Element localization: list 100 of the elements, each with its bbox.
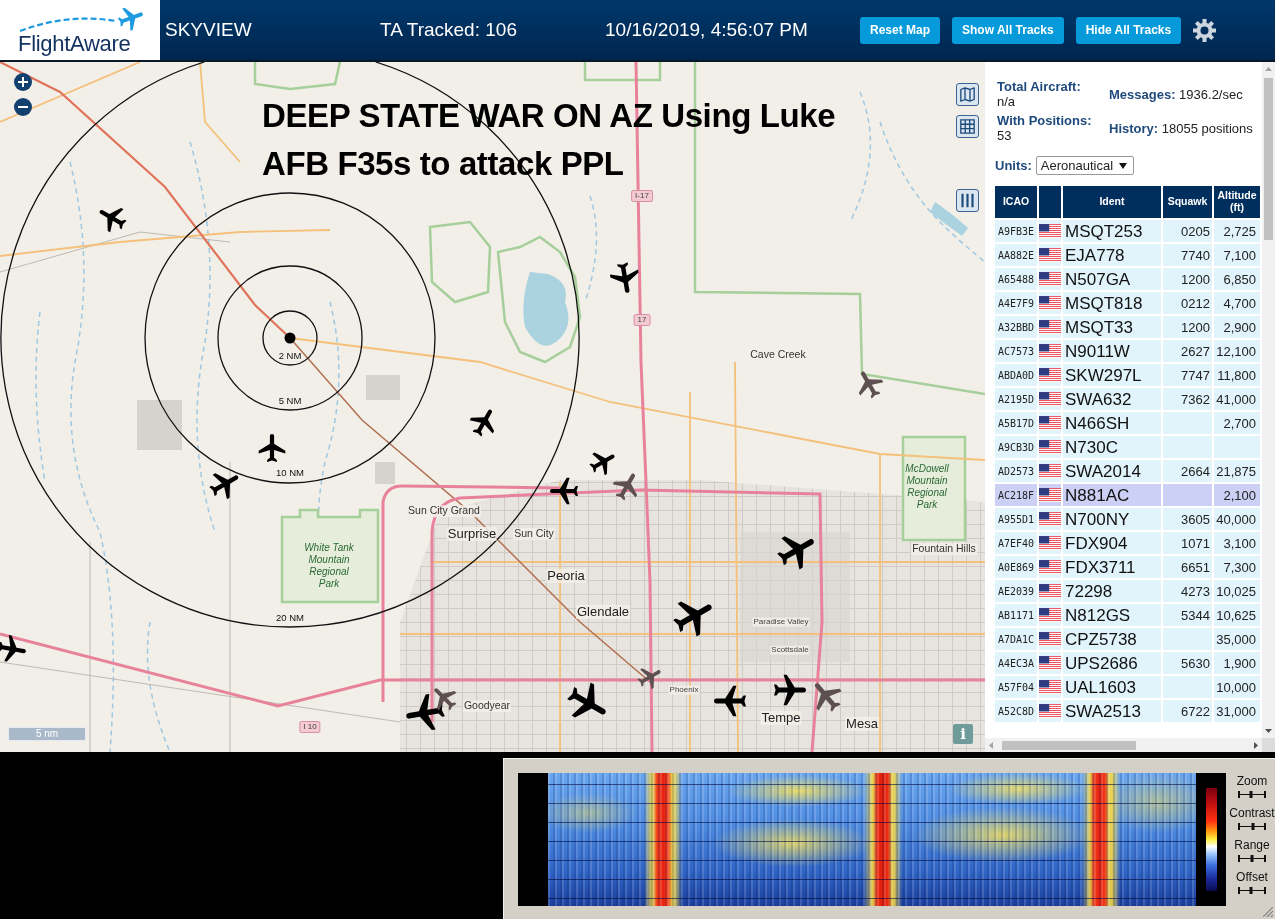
table-cell-text: SWA632 bbox=[1064, 388, 1133, 410]
table-cell-text: 2664 bbox=[1180, 462, 1211, 481]
place-label: Tempe bbox=[760, 710, 802, 726]
column-header[interactable]: Squawk bbox=[1163, 186, 1212, 218]
airplane-icon[interactable] bbox=[406, 693, 445, 731]
table-cell-text: 21,875 bbox=[1215, 462, 1257, 481]
flag-icon bbox=[1039, 320, 1061, 334]
table-row[interactable]: A4E7F9 MSQT818 0212 4,700 bbox=[995, 292, 1260, 314]
horizontal-scrollbar[interactable] bbox=[985, 738, 1262, 752]
airplane-icon[interactable] bbox=[567, 682, 606, 718]
table-cell-text: 12,100 bbox=[1215, 342, 1257, 361]
table-row[interactable]: A5B17D N466SH 2,700 bbox=[995, 412, 1260, 434]
airplane-icon[interactable] bbox=[814, 683, 842, 712]
table-cell-text: 41,000 bbox=[1215, 390, 1257, 409]
table-row[interactable]: A9FB3E MSQT253 0205 2,725 bbox=[995, 220, 1260, 242]
table-row[interactable]: ABDA0D SKW297L 7747 11,800 bbox=[995, 364, 1260, 386]
table-row[interactable]: AB1171 N812GS 5344 10,625 bbox=[995, 604, 1260, 626]
slider-thumb[interactable] bbox=[1249, 791, 1253, 798]
column-header[interactable]: Altitude (ft) bbox=[1214, 186, 1260, 218]
table-row[interactable]: A65488 N507GA 1200 6,850 bbox=[995, 268, 1260, 290]
airplane-icon[interactable] bbox=[673, 601, 712, 637]
table-row[interactable]: A4EC3A UPS2686 5630 1,900 bbox=[995, 652, 1260, 674]
table-cell-text: MSQT253 bbox=[1064, 220, 1144, 242]
table-cell-text: FDX3711 bbox=[1064, 556, 1137, 578]
stat-text: With Positions: 53 bbox=[997, 113, 1093, 143]
table-row[interactable]: AD2573 SWA2014 2664 21,875 bbox=[995, 460, 1260, 482]
grid-button[interactable] bbox=[956, 115, 979, 138]
columns-button[interactable] bbox=[956, 189, 979, 212]
table-cell-text: 2,700 bbox=[1222, 414, 1257, 433]
scroll-down-icon[interactable] bbox=[1265, 729, 1272, 733]
table-row[interactable]: A7DA1C CPZ5738 35,000 bbox=[995, 628, 1260, 650]
resize-grip-icon[interactable] bbox=[1263, 907, 1273, 917]
vertical-scrollbar[interactable] bbox=[1262, 62, 1275, 738]
map-button[interactable] bbox=[956, 83, 979, 106]
park-label: McDowell Mountain Regional Park bbox=[904, 463, 950, 511]
table-cell-text: 5344 bbox=[1180, 606, 1211, 625]
settings-icon[interactable] bbox=[1193, 18, 1217, 42]
airplane-icon[interactable] bbox=[0, 634, 26, 662]
scrollbar-thumb[interactable] bbox=[1002, 740, 1136, 750]
table-cell-text: A7EF40 bbox=[996, 536, 1036, 551]
airplane-icon[interactable] bbox=[550, 477, 578, 505]
slider-thumb[interactable] bbox=[1251, 823, 1255, 830]
slider-label: Offset bbox=[1236, 870, 1268, 884]
table-row[interactable]: A2195D SWA632 7362 41,000 bbox=[995, 388, 1260, 410]
airplane-icon[interactable] bbox=[777, 536, 814, 570]
airplane-icon[interactable] bbox=[469, 409, 495, 437]
table-row[interactable]: A7EF40 FDX904 1071 3,100 bbox=[995, 532, 1260, 554]
table-row[interactable]: AA882E EJA778 7740 7,100 bbox=[995, 244, 1260, 266]
airplane-icon[interactable] bbox=[637, 668, 661, 690]
scale-bar: 5 nm bbox=[8, 727, 86, 741]
airplane-icon[interactable] bbox=[209, 473, 239, 500]
slider-thumb[interactable] bbox=[1250, 855, 1254, 862]
flag-icon bbox=[1039, 296, 1061, 310]
place-label: Glendale bbox=[576, 604, 630, 620]
caret-icon bbox=[1119, 162, 1128, 169]
table-cell-text: 7740 bbox=[1180, 246, 1211, 265]
slider-label: Range bbox=[1234, 838, 1270, 852]
table-cell-text: N466SH bbox=[1064, 412, 1131, 434]
table-row[interactable]: A955D1 N700NY 3605 40,000 bbox=[995, 508, 1260, 530]
airplane-icon[interactable] bbox=[858, 371, 884, 399]
slider-track[interactable] bbox=[1238, 791, 1266, 798]
airplane-icon[interactable] bbox=[589, 452, 615, 476]
scrollbar-thumb[interactable] bbox=[1264, 78, 1273, 240]
units-dropdown[interactable]: Aeronautical bbox=[1035, 156, 1135, 175]
app-title: SKYVIEW bbox=[165, 19, 253, 41]
table-row[interactable]: AC218F N881AC 2,100 bbox=[995, 484, 1260, 506]
airplane-icon[interactable] bbox=[612, 473, 638, 501]
table-cell-text: MSQT818 bbox=[1064, 292, 1144, 314]
column-header[interactable]: Ident bbox=[1063, 186, 1161, 218]
tracked-count: TA Tracked: 106 bbox=[380, 19, 518, 41]
table-row[interactable]: A0E869 FDX3711 6651 7,300 bbox=[995, 556, 1260, 578]
grid-icon bbox=[960, 119, 975, 134]
place-label: Phoenix bbox=[668, 685, 700, 695]
slider-track[interactable] bbox=[1238, 823, 1266, 830]
airplane-icon[interactable] bbox=[99, 207, 127, 233]
built-up-area bbox=[366, 375, 400, 400]
table-row[interactable]: A57F04 UAL1603 10,000 bbox=[995, 676, 1260, 698]
flag-icon bbox=[1039, 584, 1061, 598]
airplane-icon[interactable] bbox=[774, 674, 806, 706]
table-row[interactable]: AE2039 72298 4273 10,025 bbox=[995, 580, 1260, 602]
slider-thumb[interactable] bbox=[1249, 887, 1253, 894]
table-row[interactable]: A9CB3D N730C bbox=[995, 436, 1260, 458]
airplane-icon[interactable] bbox=[434, 688, 457, 711]
scroll-right-icon[interactable] bbox=[1254, 741, 1258, 749]
flag-icon bbox=[1039, 632, 1061, 646]
slider-track[interactable] bbox=[1238, 855, 1266, 862]
table-row[interactable]: AC7573 N9011W 2627 12,100 bbox=[995, 340, 1260, 362]
slider-label: Contrast bbox=[1229, 806, 1275, 820]
slider-track[interactable] bbox=[1238, 887, 1266, 894]
stat-text: Total Aircraft: n/a bbox=[997, 79, 1082, 109]
table-row[interactable]: A32BBD MSQT33 1200 2,900 bbox=[995, 316, 1260, 338]
range-ring-label: 10 NM bbox=[276, 468, 304, 478]
column-header[interactable]: ICAO bbox=[995, 186, 1037, 218]
flag-icon bbox=[1039, 560, 1061, 574]
table-cell-text: 2627 bbox=[1180, 342, 1211, 361]
airplane-icon[interactable] bbox=[609, 262, 639, 293]
airplane-icon[interactable] bbox=[258, 434, 286, 462]
table-row[interactable]: A52C8D SWA2513 6722 31,000 bbox=[995, 700, 1260, 722]
park-label: White Tank Mountain Regional Park bbox=[303, 542, 355, 590]
airplane-icon[interactable] bbox=[714, 685, 746, 717]
